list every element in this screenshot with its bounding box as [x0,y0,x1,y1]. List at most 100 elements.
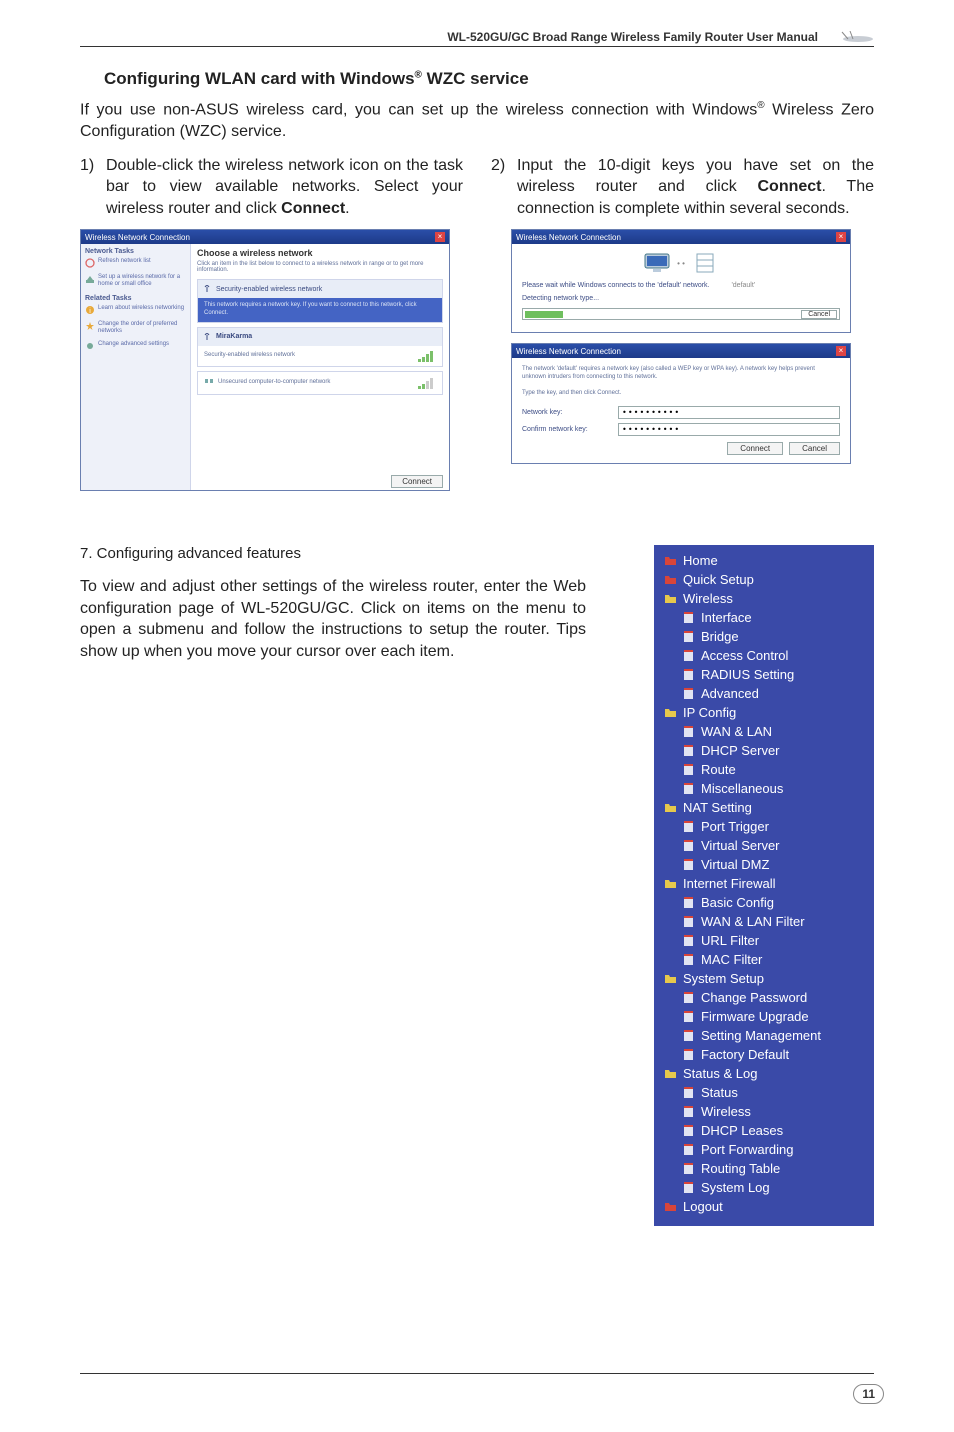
menu-subitem[interactable]: Miscellaneous [654,779,874,798]
signal-icon [418,377,436,389]
menu-subitem[interactable]: Setting Management [654,1026,874,1045]
step-1-number: 1) [80,155,106,220]
menu-subitem[interactable]: Firmware Upgrade [654,1007,874,1026]
folder-icon [664,877,677,890]
page-icon [682,1162,695,1175]
menu-label: MAC Filter [701,952,762,967]
page-icon [682,649,695,662]
menu-subitem[interactable]: WAN & LAN Filter [654,912,874,931]
close-icon[interactable]: × [836,232,846,242]
menu-subitem[interactable]: Status [654,1083,874,1102]
menu-subitem[interactable]: MAC Filter [654,950,874,969]
page-icon [682,725,695,738]
menu-subitem[interactable]: Wireless [654,1102,874,1121]
menu-item[interactable]: Home [654,551,874,570]
menu-item[interactable]: Quick Setup [654,570,874,589]
menu-item[interactable]: Internet Firewall [654,874,874,893]
menu-subitem[interactable]: Factory Default [654,1045,874,1064]
sidebar-group: Related Tasks [85,295,186,302]
menu-subitem[interactable]: RADIUS Setting [654,665,874,684]
menu-subitem[interactable]: Routing Table [654,1159,874,1178]
menu-item[interactable]: Status & Log [654,1064,874,1083]
close-icon[interactable]: × [435,232,445,242]
menu-subitem[interactable]: DHCP Server [654,741,874,760]
menu-subitem[interactable]: Access Control [654,646,874,665]
menu-label: System Log [701,1180,770,1195]
intro-paragraph: If you use non-ASUS wireless card, you c… [80,99,874,143]
menu-label: Bridge [701,629,739,644]
progress-bar: Cancel [522,308,840,320]
menu-subitem[interactable]: WAN & LAN [654,722,874,741]
connect-button[interactable]: Connect [727,442,783,455]
menu-subitem[interactable]: System Log [654,1178,874,1197]
section-title: Configuring WLAN card with Windows® WZC … [104,69,874,89]
menu-label: Wireless [701,1104,751,1119]
menu-label: Logout [683,1199,723,1214]
menu-label: RADIUS Setting [701,667,794,682]
menu-subitem[interactable]: Port Forwarding [654,1140,874,1159]
menu-subitem[interactable]: Port Trigger [654,817,874,836]
main-panel: Choose a wireless network Click an item … [191,244,449,490]
step-2-column: 2) Input the 10-digit keys you have set … [491,155,874,492]
menu-label: Firmware Upgrade [701,1009,809,1024]
menu-item[interactable]: IP Config [654,703,874,722]
menu-label: Advanced [701,686,759,701]
cancel-button[interactable]: Cancel [789,442,840,455]
menu-label: Status [701,1085,738,1100]
page-icon [682,896,695,909]
connect-button[interactable]: Connect [391,475,443,488]
network-security-label: Security-enabled wireless network [216,286,322,293]
sidebar-item-setup[interactable]: Set up a wireless network for a home or … [85,274,186,288]
menu-subitem[interactable]: Advanced [654,684,874,703]
window-titlebar: Wireless Network Connection × [81,230,449,244]
menu-label: System Setup [683,971,764,986]
menu-label: WAN & LAN [701,724,772,739]
network-security-label: Unsecured computer-to-computer network [218,379,330,387]
menu-subitem[interactable]: URL Filter [654,931,874,950]
folder-icon [664,554,677,567]
page-icon [682,839,695,852]
sidebar-item-order[interactable]: Change the order of preferred networks [85,321,186,335]
menu-label: URL Filter [701,933,759,948]
page-icon [682,1124,695,1137]
sidebar: Network Tasks Refresh network list Set u… [81,244,191,490]
network-item-selected[interactable]: Security-enabled wireless network This n… [197,279,443,323]
menu-label: Route [701,762,736,777]
key-entry-window: Wireless Network Connection × The networ… [511,343,851,463]
page-icon [682,1048,695,1061]
network-key-input[interactable] [618,406,840,419]
network-icon [691,252,719,274]
menu-subitem[interactable]: Virtual DMZ [654,855,874,874]
menu-item[interactable]: Wireless [654,589,874,608]
menu-subitem[interactable]: Basic Config [654,893,874,912]
signal-icon [418,350,436,362]
menu-label: Virtual DMZ [701,857,769,872]
menu-subitem[interactable]: Bridge [654,627,874,646]
sidebar-item-refresh[interactable]: Refresh network list [85,258,186,268]
sidebar-item-learn[interactable]: i Learn about wireless networking [85,305,186,315]
menu-item[interactable]: Logout [654,1197,874,1216]
window-title: Wireless Network Connection [85,233,190,242]
menu-subitem[interactable]: Virtual Server [654,836,874,855]
menu-subitem[interactable]: Route [654,760,874,779]
sidebar-item-advanced[interactable]: Change advanced settings [85,341,186,351]
confirm-key-input[interactable] [618,423,840,436]
menu-subitem[interactable]: DHCP Leases [654,1121,874,1140]
page-icon [682,1010,695,1023]
page-icon [682,1086,695,1099]
menu-item[interactable]: System Setup [654,969,874,988]
close-icon[interactable]: × [836,346,846,356]
panel-subtext: Click an item in the list below to conne… [197,261,443,273]
menu-item[interactable]: NAT Setting [654,798,874,817]
menu-subitem[interactable]: Change Password [654,988,874,1007]
network-item[interactable]: Unsecured computer-to-computer network [197,371,443,395]
folder-icon [664,573,677,586]
menu-subitem[interactable]: Interface [654,608,874,627]
network-item[interactable]: MiraKarma Security-enabled wireless netw… [197,327,443,367]
cancel-button[interactable]: Cancel [801,310,837,319]
footer-rule [80,1373,874,1374]
refresh-icon [85,258,95,268]
dots-icon: • • [677,259,685,268]
gear-icon [85,341,95,351]
info-icon: i [85,305,95,315]
